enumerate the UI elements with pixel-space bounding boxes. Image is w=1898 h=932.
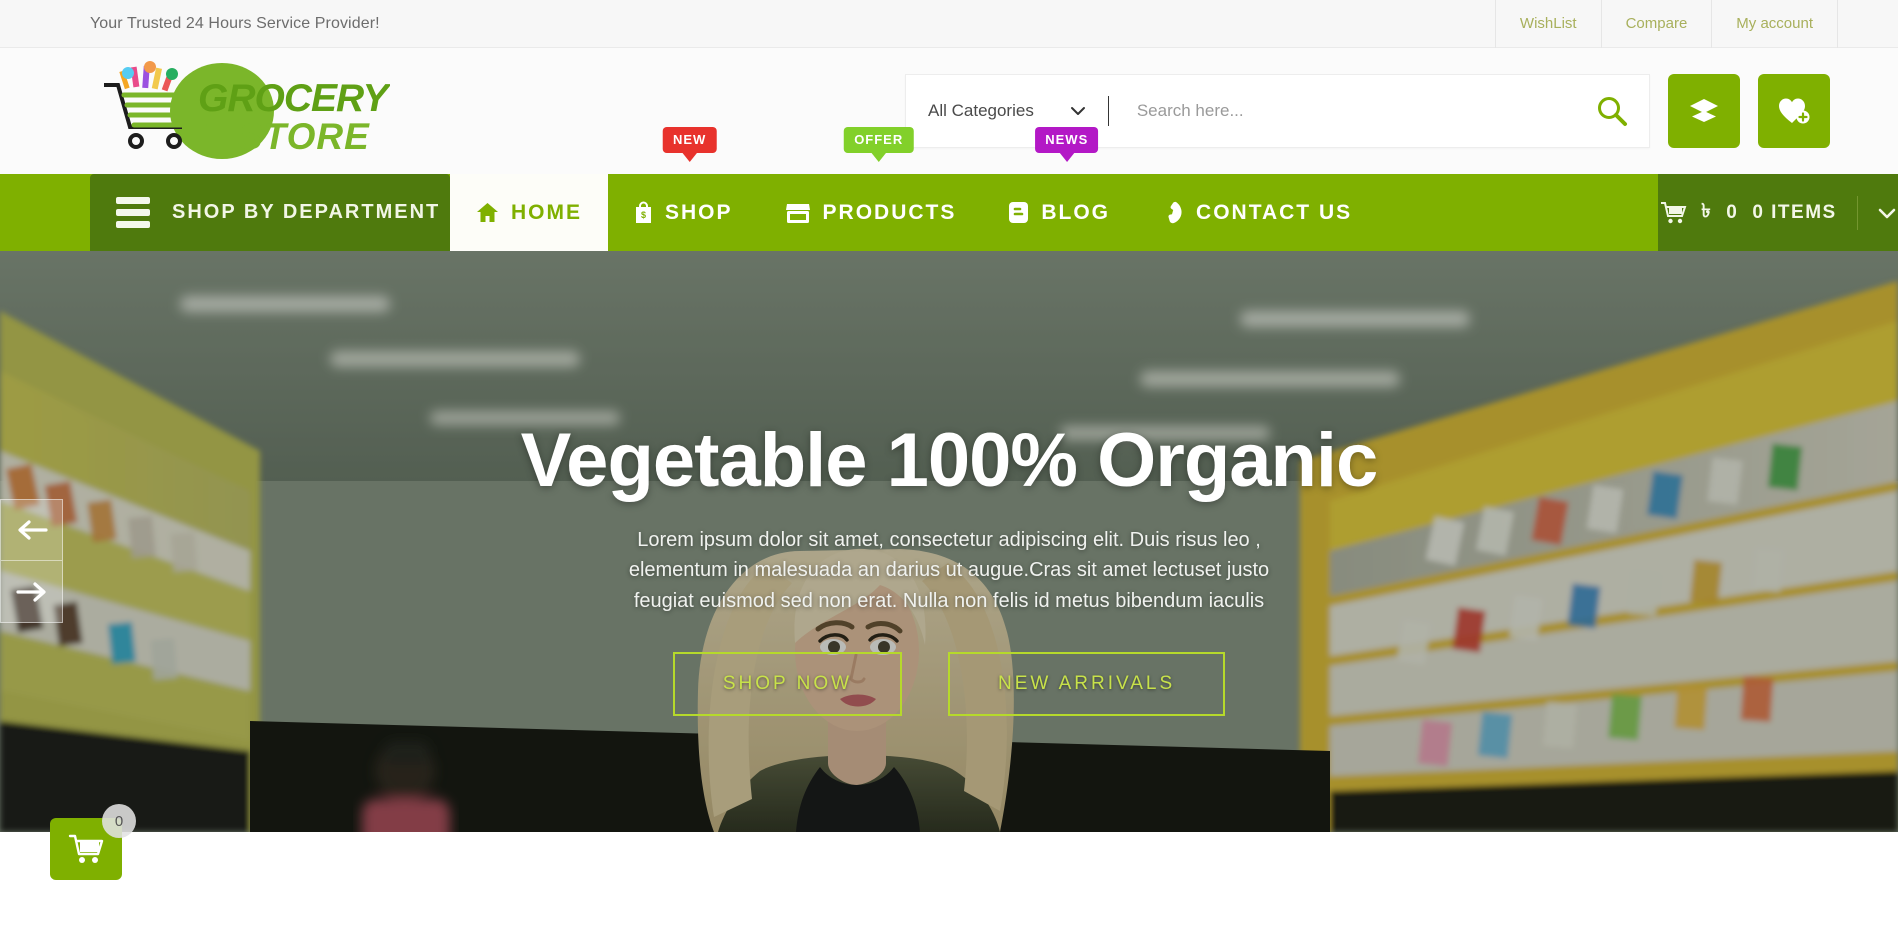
cart-divider: [1856, 195, 1858, 230]
nav-label-products: PRODUCTS: [822, 200, 957, 224]
chevron-down-icon: [1070, 107, 1085, 115]
nav-item-shop[interactable]: NEW $ SHOP: [608, 127, 759, 251]
chevron-down-icon: [1878, 208, 1896, 218]
store-icon: [785, 203, 810, 223]
slider-next-button[interactable]: [0, 561, 63, 623]
nav-badge-new: NEW: [662, 127, 717, 153]
search-box: All Categories: [905, 74, 1650, 148]
hero-slider: Vegetable 100% Organic Lorem ipsum dolor…: [0, 251, 1898, 832]
nav-items: HOME NEW $ SHOP OFFER PRODUCTS NEWS BLOG…: [450, 127, 1658, 251]
cart-currency: ৳: [1701, 200, 1713, 222]
svg-text:GROCERY: GROCERY: [198, 77, 390, 120]
service-message: Your Trusted 24 Hours Service Provider!: [90, 14, 380, 32]
cart-icon: [68, 834, 104, 863]
cart-button[interactable]: ৳ 0 0 ITEMS: [1658, 174, 1898, 251]
svg-text:STORE: STORE: [238, 116, 370, 157]
floating-cart-count: 0: [102, 804, 136, 838]
topbar-link-my-account[interactable]: My account: [1711, 0, 1838, 48]
arrow-right-icon: [15, 581, 46, 602]
nav-label-shop: SHOP: [665, 200, 733, 224]
cart-icon: [1661, 202, 1687, 224]
cart-amount: 0: [1726, 201, 1739, 223]
svg-text:$: $: [641, 210, 646, 220]
grocery-store-logo-icon: GROCERY STORE: [104, 61, 390, 159]
layers-icon: [1690, 99, 1718, 122]
hamburger-icon: [116, 197, 150, 228]
topbar-link-compare[interactable]: Compare: [1600, 0, 1712, 48]
blogger-icon: [1009, 202, 1029, 223]
hero-content: Vegetable 100% Organic Lorem ipsum dolor…: [0, 251, 1898, 832]
nav-badge-offer: OFFER: [844, 127, 914, 153]
floating-cart-button[interactable]: 0: [50, 804, 136, 880]
new-arrivals-button[interactable]: NEW ARRIVALS: [948, 652, 1226, 717]
nav-label-contact-us: CONTACT US: [1196, 200, 1353, 224]
arrow-left-icon: [17, 520, 48, 540]
nav-item-home[interactable]: HOME: [450, 174, 608, 251]
shopping-bag-icon: $: [636, 201, 651, 223]
main-navigation: SHOP BY DEPARTMENT HOME NEW $ SHOP OFFER…: [0, 127, 1898, 251]
topbar-link-wishlist[interactable]: WishList: [1494, 0, 1601, 48]
hero-title: Vegetable 100% Organic: [520, 418, 1379, 503]
hero-buttons: SHOP NOW NEW ARRIVALS: [672, 652, 1226, 717]
site-header: GROCERY STORE All Categories: [0, 48, 1898, 174]
wishlist-button[interactable]: [1758, 74, 1830, 148]
compare-button[interactable]: [1668, 74, 1740, 148]
home-icon: [477, 203, 498, 222]
shop-by-department-button[interactable]: SHOP BY DEPARTMENT: [90, 174, 450, 251]
nav-badge-news: NEWS: [1035, 127, 1099, 153]
nav-label-blog: BLOG: [1041, 200, 1111, 224]
page-root: Your Trusted 24 Hours Service Provider! …: [0, 0, 1898, 932]
search-icon: [1598, 97, 1627, 126]
shop-now-button[interactable]: SHOP NOW: [672, 652, 903, 717]
top-bar: Your Trusted 24 Hours Service Provider! …: [0, 0, 1898, 48]
search-button[interactable]: [1575, 94, 1649, 128]
site-logo[interactable]: GROCERY STORE: [90, 61, 390, 161]
nav-item-products[interactable]: OFFER PRODUCTS: [759, 127, 983, 251]
top-bar-left: Your Trusted 24 Hours Service Provider!: [0, 15, 380, 33]
nav-label-home: HOME: [511, 200, 582, 224]
slider-prev-button[interactable]: [0, 499, 63, 561]
top-bar-links: WishList Compare My account: [1494, 0, 1898, 48]
phone-icon: [1168, 201, 1182, 224]
heart-plus-icon: [1779, 98, 1810, 124]
nav-item-contact-us[interactable]: CONTACT US: [1136, 174, 1378, 251]
cart-items-label: 0 ITEMS: [1752, 201, 1837, 223]
hero-paragraph: Lorem ipsum dolor sit amet, consectetur …: [628, 529, 1270, 612]
shop-by-department-label: SHOP BY DEPARTMENT: [172, 201, 441, 223]
search-input[interactable]: [1108, 75, 1575, 147]
nav-item-blog[interactable]: NEWS BLOG: [982, 127, 1136, 251]
slider-navigation: [0, 499, 63, 623]
category-select-label: All Categories: [928, 101, 1034, 120]
